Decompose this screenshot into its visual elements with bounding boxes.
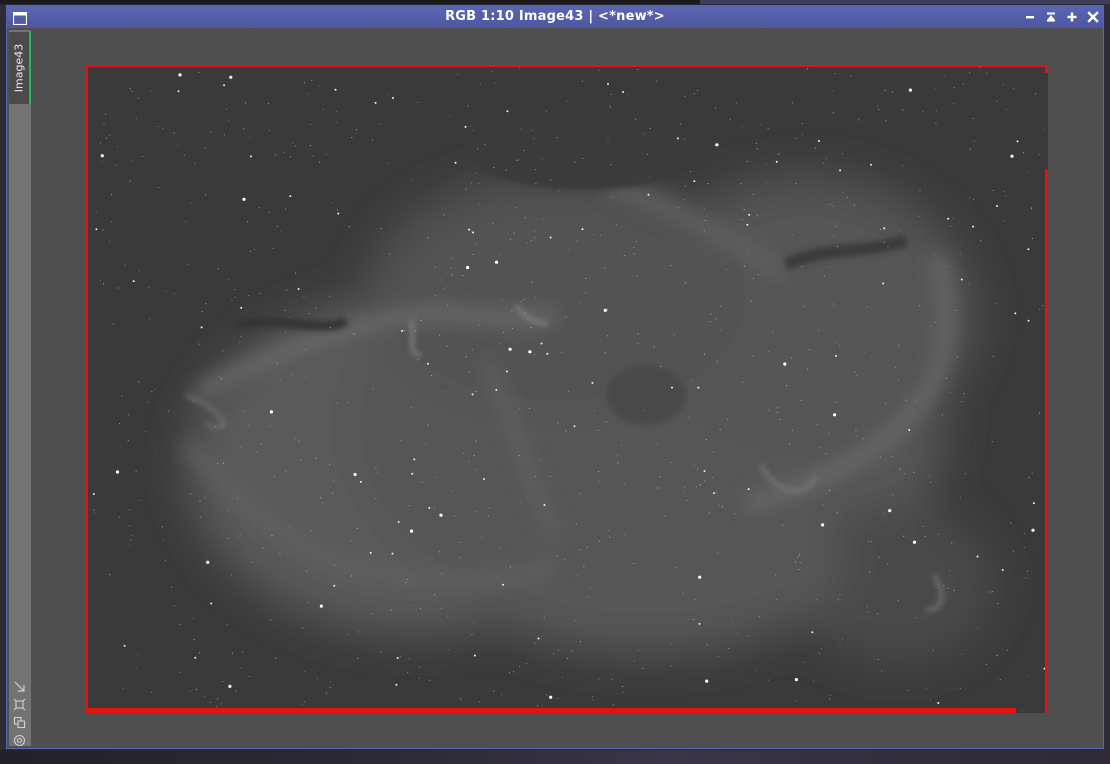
minimize-icon[interactable]: [1023, 10, 1037, 24]
tab-image43[interactable]: Image43: [9, 32, 31, 104]
image-canvas-area[interactable]: [33, 30, 1101, 746]
desktop-background-bottom: [0, 750, 1110, 764]
shade-icon[interactable]: [1044, 10, 1058, 24]
tab-image43-label: Image43: [12, 43, 26, 93]
image-window[interactable]: RGB 1:10 Image43 | <*new*> Image43: [6, 5, 1104, 749]
image-edge-left: [86, 65, 88, 713]
clone-view-icon[interactable]: [13, 714, 26, 729]
maximize-icon[interactable]: [1065, 10, 1079, 24]
desktop-background: [0, 0, 700, 4]
desktop-background-right: [700, 0, 1110, 4]
astro-image[interactable]: [86, 65, 1048, 713]
fit-view-icon[interactable]: [13, 696, 26, 711]
image-edge-top: [86, 65, 1048, 67]
image-edge-right-top: [1045, 65, 1048, 73]
window-titlebar[interactable]: RGB 1:10 Image43 | <*new*>: [7, 6, 1103, 28]
view-tab-strip: Image43: [9, 30, 31, 747]
resize-arrow-icon[interactable]: [13, 678, 26, 692]
preview-icon[interactable]: [13, 732, 26, 747]
window-title: RGB 1:10 Image43 | <*new*>: [445, 9, 665, 24]
image-edge-bottom: [86, 708, 1016, 713]
image-edge-right: [1045, 170, 1048, 713]
close-icon[interactable]: [1086, 10, 1100, 24]
